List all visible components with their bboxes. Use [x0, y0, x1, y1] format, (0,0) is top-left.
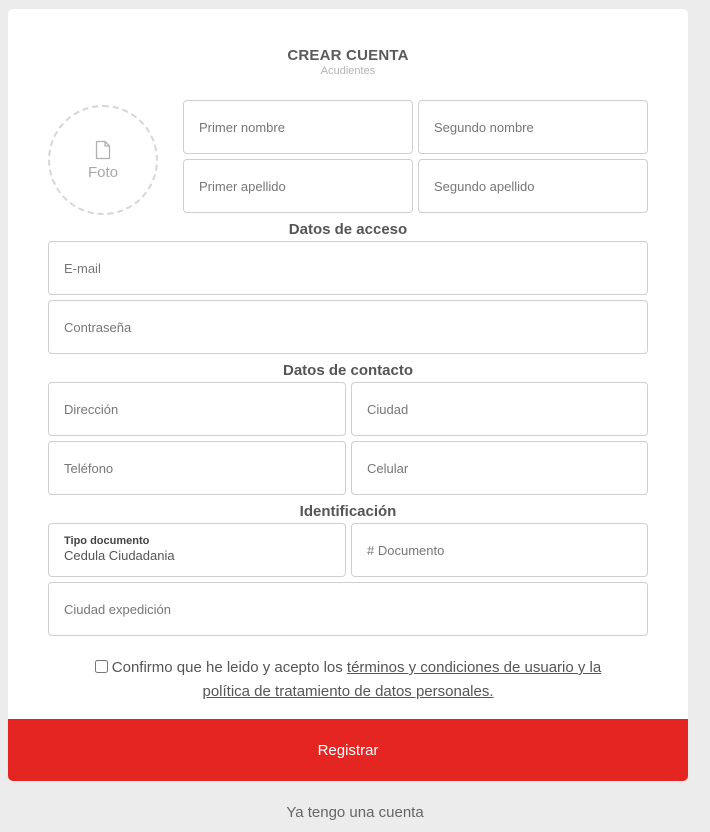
address-field: [48, 382, 346, 436]
city-field: [351, 382, 648, 436]
document-type-select[interactable]: Tipo documento Cedula Ciudadania: [48, 523, 346, 577]
cellphone-field: [351, 441, 648, 495]
contact-section-heading: Datos de contacto: [282, 362, 414, 379]
photo-upload[interactable]: Foto: [48, 105, 158, 215]
first-surname-field: [183, 159, 413, 213]
password-field: [48, 300, 648, 354]
photo-label: Foto: [87, 163, 118, 181]
document-type-value: Cedula Ciudadania: [64, 548, 175, 563]
privacy-policy-link[interactable]: política de tratamiento de datos persona…: [202, 683, 493, 700]
document-number-input[interactable]: [352, 524, 647, 576]
page-subtitle: Acudientes: [320, 65, 376, 77]
second-surname-field: [418, 159, 648, 213]
city-input[interactable]: [352, 383, 647, 435]
signup-card: CREAR CUENTA Acudientes Foto Datos de ac…: [8, 9, 688, 781]
issue-city-input[interactable]: [49, 583, 647, 635]
second-name-input[interactable]: [419, 101, 647, 153]
first-name-field: [183, 100, 413, 154]
document-type-label: Tipo documento: [64, 535, 150, 547]
identification-section-heading: Identificación: [299, 503, 397, 520]
issue-city-field: [48, 582, 648, 636]
document-number-field: [351, 523, 648, 577]
phone-input[interactable]: [49, 442, 345, 494]
terms-link[interactable]: términos y condiciones de usuario y la: [347, 659, 601, 676]
terms-text: Confirmo que he leido y acepto los: [111, 659, 347, 676]
page-title: CREAR CUENTA: [287, 47, 409, 64]
access-section-heading: Datos de acceso: [288, 221, 408, 238]
have-account-link[interactable]: Ya tengo una cuenta: [0, 804, 710, 821]
register-button[interactable]: Registrar: [8, 719, 688, 781]
email-field: [48, 241, 648, 295]
phone-field: [48, 441, 346, 495]
terms-confirmation: Confirmo que he leido y acepto los térmi…: [48, 656, 648, 704]
first-surname-input[interactable]: [184, 160, 412, 212]
address-input[interactable]: [49, 383, 345, 435]
email-input[interactable]: [49, 242, 647, 294]
password-input[interactable]: [49, 301, 647, 353]
second-surname-input[interactable]: [419, 160, 647, 212]
first-name-input[interactable]: [184, 101, 412, 153]
file-icon: [95, 140, 111, 159]
terms-checkbox[interactable]: [94, 660, 108, 673]
cellphone-input[interactable]: [352, 442, 647, 494]
second-name-field: [418, 100, 648, 154]
